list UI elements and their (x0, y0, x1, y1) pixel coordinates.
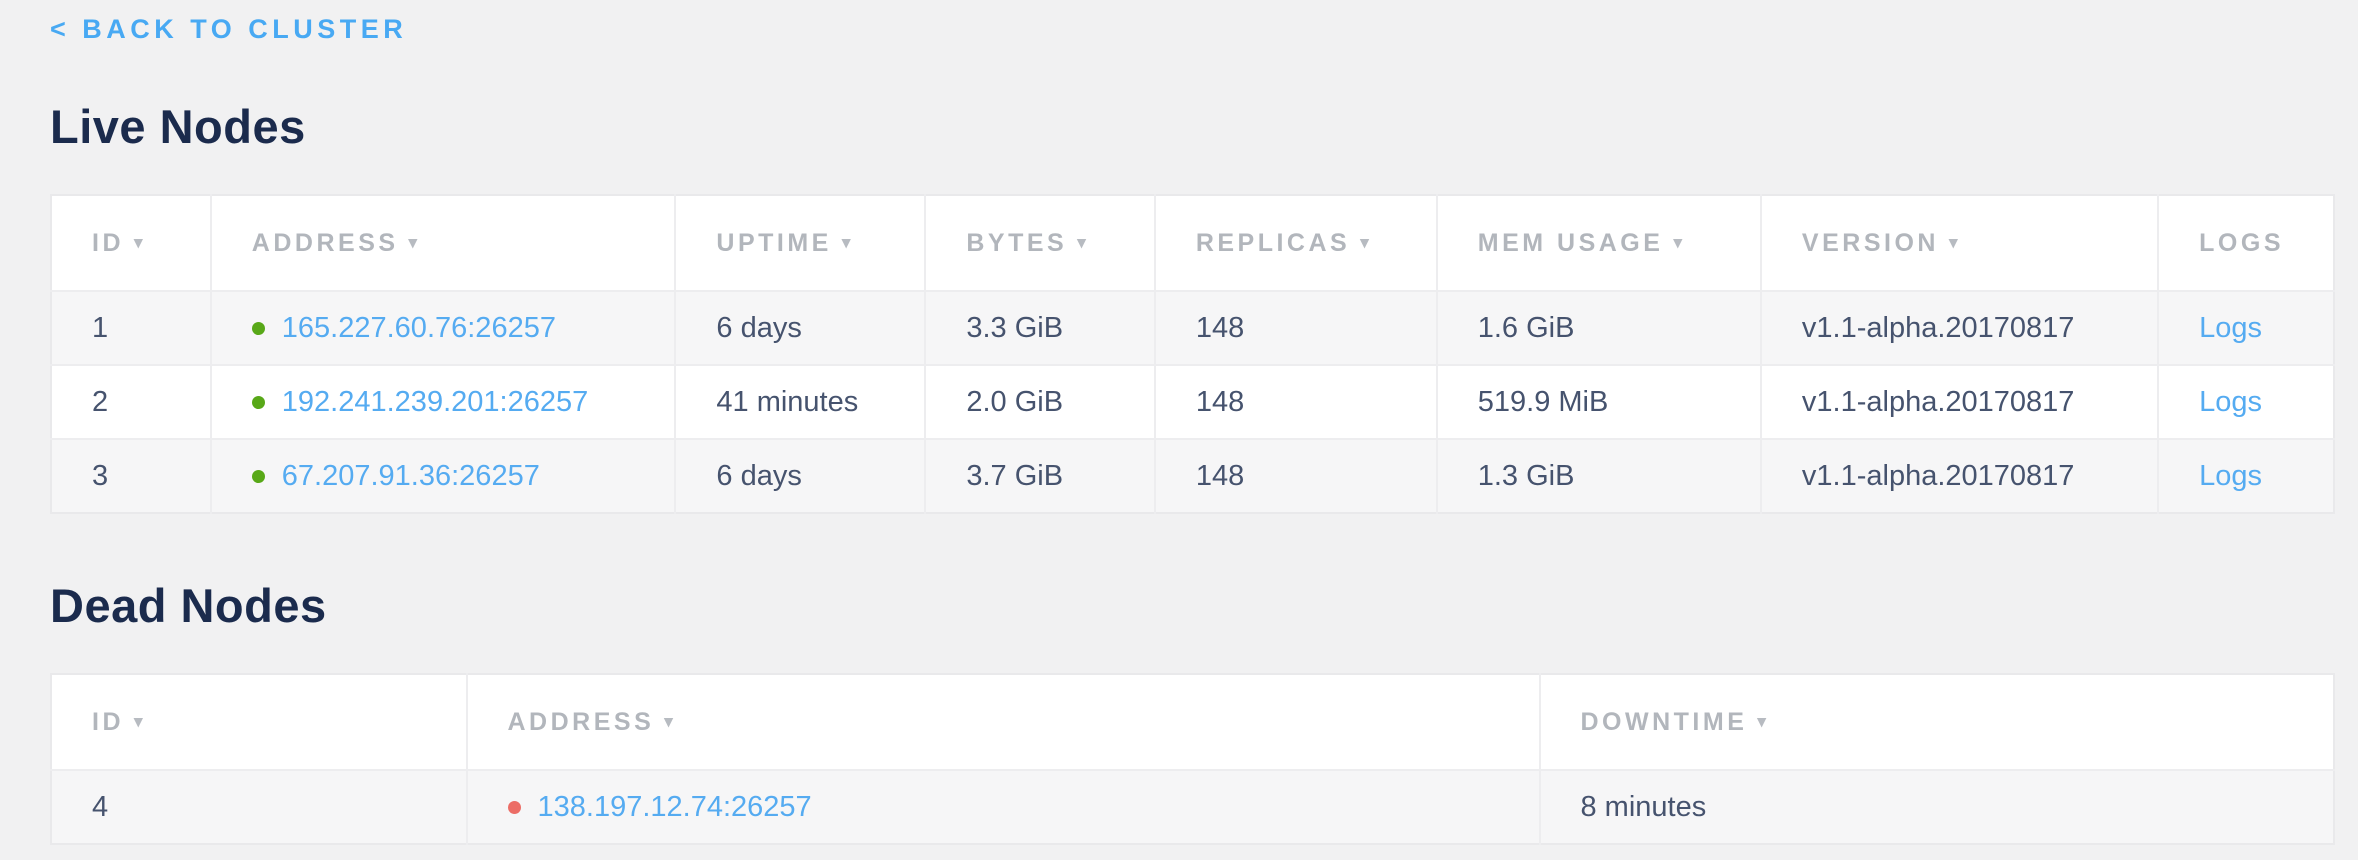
sort-arrow-icon: ▾ (1077, 233, 1086, 253)
cell-logs: Logs (2158, 365, 2334, 439)
cell-replicas: 148 (1155, 365, 1437, 439)
live-status-dot-icon (252, 322, 265, 335)
column-header-address[interactable]: ADDRESS ▾ (211, 195, 676, 291)
live-nodes-table: ID▾ADDRESS▾UPTIME▾BYTES▾REPLICAS▾MEM USA… (50, 194, 2335, 514)
column-header-label: DOWNTIME (1581, 708, 1748, 736)
cell-bytes: 3.3 GiB (925, 291, 1154, 365)
address-link[interactable]: 138.197.12.74:26257 (538, 791, 812, 823)
live-status-dot-icon (252, 396, 265, 409)
logs-link[interactable]: Logs (2199, 386, 2262, 418)
table-row: 4 138.197.12.74:26257 8 minutes (51, 770, 2334, 844)
cell-address: 165.227.60.76:26257 (211, 291, 676, 365)
table-header-row: ID▾ADDRESS▾UPTIME▾BYTES▾REPLICAS▾MEM USA… (51, 195, 2334, 291)
dead-nodes-table: ID ▾ ADDRESS ▾ DOWNTIME ▾ 4 138.197.12.74:26257… (50, 673, 2335, 845)
column-header-version[interactable]: VERSION ▾ (1761, 195, 2158, 291)
column-header-label: MEM USAGE (1478, 229, 1664, 257)
cell-address: 67.207.91.36:26257 (211, 439, 676, 513)
table-row: 2 192.241.239.201:26257 41 minutes2.0 GiB1… (51, 365, 2334, 439)
cell-mem_usage: 519.9 MiB (1437, 365, 1761, 439)
dead-nodes-title: Dead Nodes (50, 578, 2335, 633)
sort-arrow-icon: ▾ (664, 712, 673, 732)
nodes-page: < BACK TO CLUSTER Live Nodes ID ▾ ADDRESS ▾… (0, 0, 2358, 860)
column-header-label: ADDRESS (252, 229, 399, 257)
cell-bytes: 2.0 GiB (925, 365, 1154, 439)
cell-id: 1 (51, 291, 211, 365)
live-nodes-title: Live Nodes (50, 99, 2335, 154)
column-header-downtime[interactable]: DOWNTIME ▾ (1540, 674, 2335, 770)
table-row: 3 67.207.91.36:26257 6 days3.7 GiB1481.3 G… (51, 439, 2334, 513)
cell-version: v1.1-alpha.20170817 (1761, 365, 2158, 439)
column-header-label: ID (92, 229, 124, 257)
column-header-label: REPLICAS (1196, 229, 1350, 257)
live-status-dot-icon (252, 470, 265, 483)
column-header-id[interactable]: ID ▾ (51, 674, 467, 770)
column-header-mem_usage[interactable]: MEM USAGE ▾ (1437, 195, 1761, 291)
sort-arrow-icon: ▾ (134, 712, 143, 732)
table-header-row: ID ▾ ADDRESS ▾ DOWNTIME ▾ (51, 674, 2334, 770)
table-row: 1 165.227.60.76:26257 6 days3.3 GiB1481.6 … (51, 291, 2334, 365)
cell-mem_usage: 1.3 GiB (1437, 439, 1761, 513)
logs-link[interactable]: Logs (2199, 312, 2262, 344)
column-header-address[interactable]: ADDRESS ▾ (467, 674, 1540, 770)
cell-version: v1.1-alpha.20170817 (1761, 291, 2158, 365)
cell-replicas: 148 (1155, 439, 1437, 513)
sort-arrow-icon: ▾ (1673, 233, 1682, 253)
dead-status-dot-icon (508, 801, 521, 814)
cell-logs: Logs (2158, 439, 2334, 513)
column-header-logs: LOGS (2158, 195, 2334, 291)
address-link[interactable]: 165.227.60.76:26257 (282, 312, 556, 344)
column-header-label: VERSION (1802, 229, 1939, 257)
logs-link[interactable]: Logs (2199, 460, 2262, 492)
sort-arrow-icon: ▾ (1949, 233, 1958, 253)
column-header-label: ADDRESS (508, 708, 655, 736)
cell-address: 192.241.239.201:26257 (211, 365, 676, 439)
cell-bytes: 3.7 GiB (925, 439, 1154, 513)
cell-downtime: 8 minutes (1540, 770, 2335, 844)
column-header-label: BYTES (966, 229, 1067, 257)
cell-mem_usage: 1.6 GiB (1437, 291, 1761, 365)
column-header-uptime[interactable]: UPTIME ▾ (675, 195, 925, 291)
cell-uptime: 6 days (675, 291, 925, 365)
column-header-replicas[interactable]: REPLICAS ▾ (1155, 195, 1437, 291)
cell-address: 138.197.12.74:26257 (467, 770, 1540, 844)
cell-id: 2 (51, 365, 211, 439)
cell-uptime: 6 days (675, 439, 925, 513)
address-link[interactable]: 192.241.239.201:26257 (282, 386, 588, 418)
column-header-label: UPTIME (716, 229, 831, 257)
cell-id: 4 (51, 770, 467, 844)
cell-logs: Logs (2158, 291, 2334, 365)
address-link[interactable]: 67.207.91.36:26257 (282, 460, 540, 492)
sort-arrow-icon: ▾ (1757, 712, 1766, 732)
back-to-cluster-link[interactable]: < BACK TO CLUSTER (50, 14, 407, 45)
sort-arrow-icon: ▾ (842, 233, 851, 253)
sort-arrow-icon: ▾ (134, 233, 143, 253)
cell-id: 3 (51, 439, 211, 513)
column-header-id[interactable]: ID ▾ (51, 195, 211, 291)
sort-arrow-icon: ▾ (1360, 233, 1369, 253)
cell-replicas: 148 (1155, 291, 1437, 365)
cell-version: v1.1-alpha.20170817 (1761, 439, 2158, 513)
column-header-label: ID (92, 708, 124, 736)
cell-uptime: 41 minutes (675, 365, 925, 439)
column-header-label: LOGS (2199, 229, 2284, 257)
column-header-bytes[interactable]: BYTES ▾ (925, 195, 1154, 291)
sort-arrow-icon: ▾ (409, 233, 418, 253)
